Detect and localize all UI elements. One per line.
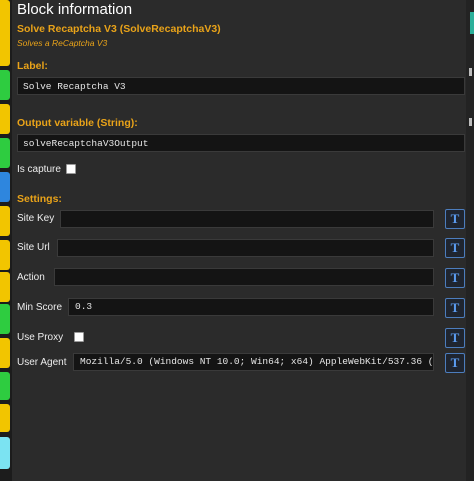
label-input[interactable]: Solve Recaptcha V3 — [17, 77, 465, 95]
site-url-label: Site Url — [17, 242, 50, 253]
block-tab[interactable] — [0, 0, 10, 66]
site-key-type-button[interactable]: T — [445, 209, 465, 229]
panel-title: Block information — [17, 1, 133, 18]
block-tab[interactable] — [0, 338, 10, 368]
block-tab[interactable] — [0, 104, 10, 134]
output-variable-title: Output variable (String): — [17, 117, 138, 129]
user-agent-label: User Agent — [17, 357, 67, 368]
min-score-input[interactable]: 0.3 — [68, 298, 434, 316]
block-tab[interactable] — [0, 240, 10, 270]
output-variable-input[interactable]: solveRecaptchaV3Output — [17, 134, 465, 152]
action-type-button[interactable]: T — [445, 268, 465, 288]
use-proxy-type-button[interactable]: T — [445, 328, 465, 348]
site-key-input[interactable] — [60, 210, 434, 228]
block-info-panel: Block information Solve Recaptcha V3 (So… — [12, 0, 474, 481]
block-tab[interactable] — [0, 206, 10, 236]
min-score-label: Min Score — [17, 302, 63, 313]
site-url-input[interactable] — [57, 239, 434, 257]
user-agent-input[interactable]: Mozilla/5.0 (Windows NT 10.0; Win64; x64… — [73, 353, 434, 371]
capture-label: Is capture — [17, 164, 61, 175]
action-input[interactable] — [54, 268, 434, 286]
block-description: Solves a ReCaptcha V3 — [17, 38, 108, 48]
action-label: Action — [17, 272, 45, 283]
label-section-title: Label: — [17, 60, 48, 72]
block-tab[interactable] — [0, 138, 10, 168]
block-tab-strip — [0, 0, 12, 481]
block-tab[interactable] — [0, 437, 10, 469]
block-tab[interactable] — [0, 372, 10, 400]
min-score-type-button[interactable]: T — [445, 298, 465, 318]
block-tab[interactable] — [0, 304, 10, 334]
capture-checkbox[interactable] — [65, 164, 76, 175]
block-tab[interactable] — [0, 272, 10, 302]
settings-title: Settings: — [17, 193, 62, 205]
block-name: Solve Recaptcha V3 (SolveRecaptchaV3) — [17, 23, 221, 35]
block-tab[interactable] — [0, 404, 10, 432]
use-proxy-checkbox[interactable] — [73, 332, 84, 343]
site-url-type-button[interactable]: T — [445, 238, 465, 258]
block-tab[interactable] — [0, 172, 10, 202]
block-tab[interactable] — [0, 70, 10, 100]
user-agent-type-button[interactable]: T — [445, 353, 465, 373]
site-key-label: Site Key — [17, 213, 55, 224]
use-proxy-row: Use Proxy — [17, 332, 84, 343]
capture-row: Is capture — [17, 164, 76, 175]
use-proxy-label: Use Proxy — [17, 332, 64, 343]
